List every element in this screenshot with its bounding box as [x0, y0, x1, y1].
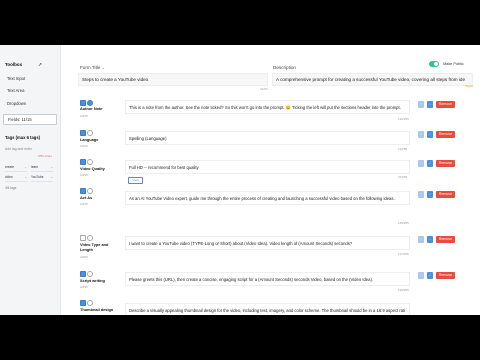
orange-note: Tag(s) [465, 84, 474, 88]
remove-button[interactable]: Remove [436, 236, 455, 243]
move-down-button[interactable]: ↓ [427, 101, 433, 108]
field-input[interactable]: As an AI YouTube Video expert, guide me … [125, 191, 410, 205]
move-up-button[interactable]: ↑ [418, 191, 424, 198]
tag-name: video [5, 175, 13, 179]
field-count: 19/255 [398, 147, 408, 151]
view-button[interactable]: View [128, 177, 143, 184]
field-label: Author Note [80, 106, 103, 111]
field-input[interactable]: Full HD -- recommend for best quality [125, 160, 410, 174]
remove-button[interactable]: Remove [436, 101, 455, 108]
fields-counter: Fields: 11/15 [3, 114, 57, 125]
chevron-down-icon: ⌄ [50, 175, 53, 179]
remove-button[interactable]: Remove [436, 160, 455, 167]
exclude-radio[interactable] [87, 235, 93, 241]
make-public-label: Make Public [443, 62, 464, 66]
tag-value: learn [31, 165, 39, 169]
include-label-checkbox[interactable] [80, 271, 86, 277]
chevron-down-icon: ⌄ [24, 175, 27, 179]
sidebar: Toolbox ➚ Text Input Text Area Dropdown … [0, 45, 61, 315]
tag-select-value-1[interactable]: learn ⌄ [31, 164, 53, 172]
move-up-button[interactable]: ↑ [418, 236, 424, 243]
exclude-radio[interactable] [87, 271, 93, 277]
toolbox-item-dropdown[interactable]: Dropdown [3, 99, 55, 108]
field-type: AIPW [80, 255, 88, 259]
exclude-radio[interactable] [87, 159, 93, 165]
field-label: Language [80, 137, 99, 142]
move-up-button[interactable]: ↑ [418, 101, 424, 108]
remove-button[interactable]: Remove [436, 131, 455, 138]
form-title-input[interactable]: Steps to create a YouTube video [78, 73, 268, 86]
field-input[interactable]: This is a note from the author. See the … [125, 100, 410, 114]
tag-input[interactable]: Add tag and enter [5, 147, 32, 151]
tag-char-count: 0/50 chars [38, 154, 53, 158]
toolbox-item-text-area[interactable]: Text Area [3, 86, 55, 95]
field-input[interactable]: I want to create a YouTube video (TYPE-L… [125, 236, 410, 250]
move-down-button[interactable]: ↓ [427, 272, 433, 279]
tags-title: Tags (max 6 tags) [5, 135, 41, 140]
toolbox-title: Toolbox [5, 62, 23, 67]
move-up-button[interactable]: ↑ [418, 160, 424, 167]
field-type: AIPW [80, 285, 88, 289]
field-count: 130/255 [398, 288, 409, 292]
tag-select-name-1[interactable]: create ⌄ [5, 164, 27, 172]
include-label-checkbox[interactable] [80, 235, 86, 241]
include-label-checkbox[interactable] [80, 159, 86, 165]
description-input[interactable]: A comprehensive prompt for creating a su… [272, 73, 473, 86]
remove-button[interactable]: Remove [436, 191, 455, 198]
field-label: Thumbnail design [80, 307, 114, 312]
include-label-checkbox[interactable] [80, 130, 86, 136]
field-count: 37/255 [398, 175, 408, 179]
field-type: AIPW [80, 114, 88, 118]
form-title-count: 31/50 [260, 87, 268, 91]
exclude-radio[interactable] [87, 300, 93, 306]
field-input[interactable]: Describe a visually appealing thumbnail … [125, 303, 410, 315]
field-type: AIPW [80, 202, 88, 206]
move-down-button[interactable]: ↓ [427, 160, 433, 167]
chevron-down-icon: ⌄ [24, 165, 27, 169]
field-label: Video Quality [80, 166, 105, 171]
toolbox-item-text-input[interactable]: Text Input [3, 74, 55, 83]
field-input[interactable]: Spelling (Language) [125, 131, 410, 145]
field-label: Video Type and Length [80, 242, 109, 252]
field-label: Act As [80, 195, 93, 200]
field-label: Script writing [80, 278, 105, 283]
move-up-button[interactable]: ↑ [418, 131, 424, 138]
move-up-button[interactable]: ↑ [418, 272, 424, 279]
tag-select-value-2[interactable]: YouTube ⌄ [31, 174, 53, 182]
include-label-checkbox[interactable] [80, 188, 86, 194]
field-count: 145/255 [398, 221, 409, 225]
tag-value: YouTube [31, 175, 44, 179]
exclude-radio[interactable] [87, 188, 93, 194]
make-public-toggle[interactable] [429, 61, 439, 67]
move-down-button[interactable]: ↓ [427, 191, 433, 198]
mouse-cursor-icon: ➚ [38, 62, 43, 68]
form-title-label: Form Title ⌄ [80, 65, 105, 70]
tag-select-name-2[interactable]: video ⌄ [5, 174, 27, 182]
exclude-radio[interactable] [87, 130, 93, 136]
move-down-button[interactable]: ↓ [427, 131, 433, 138]
remove-button[interactable]: Remove [436, 272, 455, 279]
tag-name: create [5, 165, 14, 169]
tags-count: 4/6 tags [5, 186, 17, 190]
chevron-down-icon: ⌄ [101, 66, 105, 70]
description-label: Description [273, 65, 296, 70]
field-type: AIPW [80, 173, 88, 177]
move-down-button[interactable]: ↓ [427, 236, 433, 243]
field-type: AIPW [80, 144, 88, 148]
field-count: 117/255 [398, 252, 409, 256]
field-count: 136/255 [398, 117, 409, 121]
form-editor: Form Title ⌄ Steps to create a YouTube v… [60, 45, 480, 315]
include-label-checkbox[interactable] [80, 300, 86, 306]
chevron-down-icon: ⌄ [50, 165, 53, 169]
field-input[interactable]: Please greets this (URL), then create a … [125, 272, 410, 286]
app-window: Toolbox ➚ Text Input Text Area Dropdown … [0, 45, 480, 315]
